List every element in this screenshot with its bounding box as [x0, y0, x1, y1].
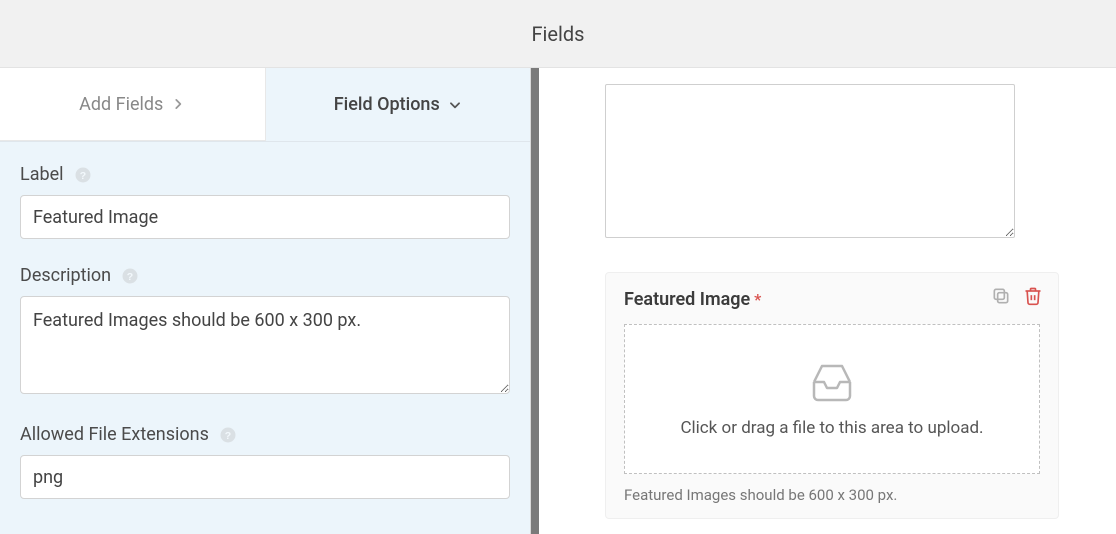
inbox-icon: [808, 360, 856, 402]
form-body: Label ? Description ?: [0, 142, 530, 499]
file-dropzone[interactable]: Click or drag a file to this area to upl…: [624, 324, 1040, 474]
description-field-label: Description ?: [20, 265, 510, 286]
panel-divider[interactable]: [531, 68, 539, 534]
description-input[interactable]: [20, 296, 510, 394]
page-title: Fields: [532, 22, 585, 46]
chevron-right-icon: [171, 97, 185, 111]
help-icon[interactable]: ?: [219, 426, 237, 444]
duplicate-button[interactable]: [990, 285, 1012, 307]
main-split: Add Fields Field Options Label ?: [0, 68, 1116, 534]
label-text: Label: [20, 164, 64, 185]
preview-textarea-above[interactable]: [605, 84, 1015, 238]
card-title: Featured Image: [624, 289, 750, 310]
page-header: Fields: [0, 0, 1116, 68]
field-settings-panel: Add Fields Field Options Label ?: [0, 68, 531, 534]
allowed-ext-field-label: Allowed File Extensions ?: [20, 424, 510, 445]
svg-text:?: ?: [225, 429, 231, 441]
dropzone-text: Click or drag a file to this area to upl…: [680, 418, 983, 438]
card-description: Featured Images should be 600 x 300 px.: [624, 486, 1040, 504]
help-icon[interactable]: ?: [74, 166, 92, 184]
card-actions: [990, 285, 1044, 307]
label-field-label: Label ?: [20, 164, 510, 185]
svg-text:?: ?: [79, 169, 85, 181]
chevron-down-icon: [448, 98, 462, 112]
panel-tabs: Add Fields Field Options: [0, 68, 530, 142]
tab-field-options-label: Field Options: [334, 94, 440, 115]
delete-button[interactable]: [1022, 285, 1044, 307]
copy-icon: [991, 286, 1011, 306]
form-preview-panel: Featured Image *: [539, 68, 1116, 534]
featured-image-field-card[interactable]: Featured Image *: [605, 272, 1059, 519]
description-text: Description: [20, 265, 111, 286]
card-header: Featured Image *: [624, 289, 1040, 310]
svg-text:?: ?: [127, 270, 133, 282]
help-icon[interactable]: ?: [121, 267, 139, 285]
tab-field-options[interactable]: Field Options: [266, 68, 531, 141]
allowed-ext-text: Allowed File Extensions: [20, 424, 209, 445]
label-row: Label ?: [20, 164, 510, 239]
allowed-ext-row: Allowed File Extensions ?: [20, 424, 510, 499]
description-row: Description ?: [20, 265, 510, 398]
tab-add-fields-label: Add Fields: [79, 94, 163, 115]
trash-icon: [1023, 286, 1043, 306]
label-input[interactable]: [20, 195, 510, 239]
allowed-ext-input[interactable]: [20, 455, 510, 499]
required-indicator: *: [754, 290, 761, 309]
tab-add-fields[interactable]: Add Fields: [0, 68, 266, 141]
